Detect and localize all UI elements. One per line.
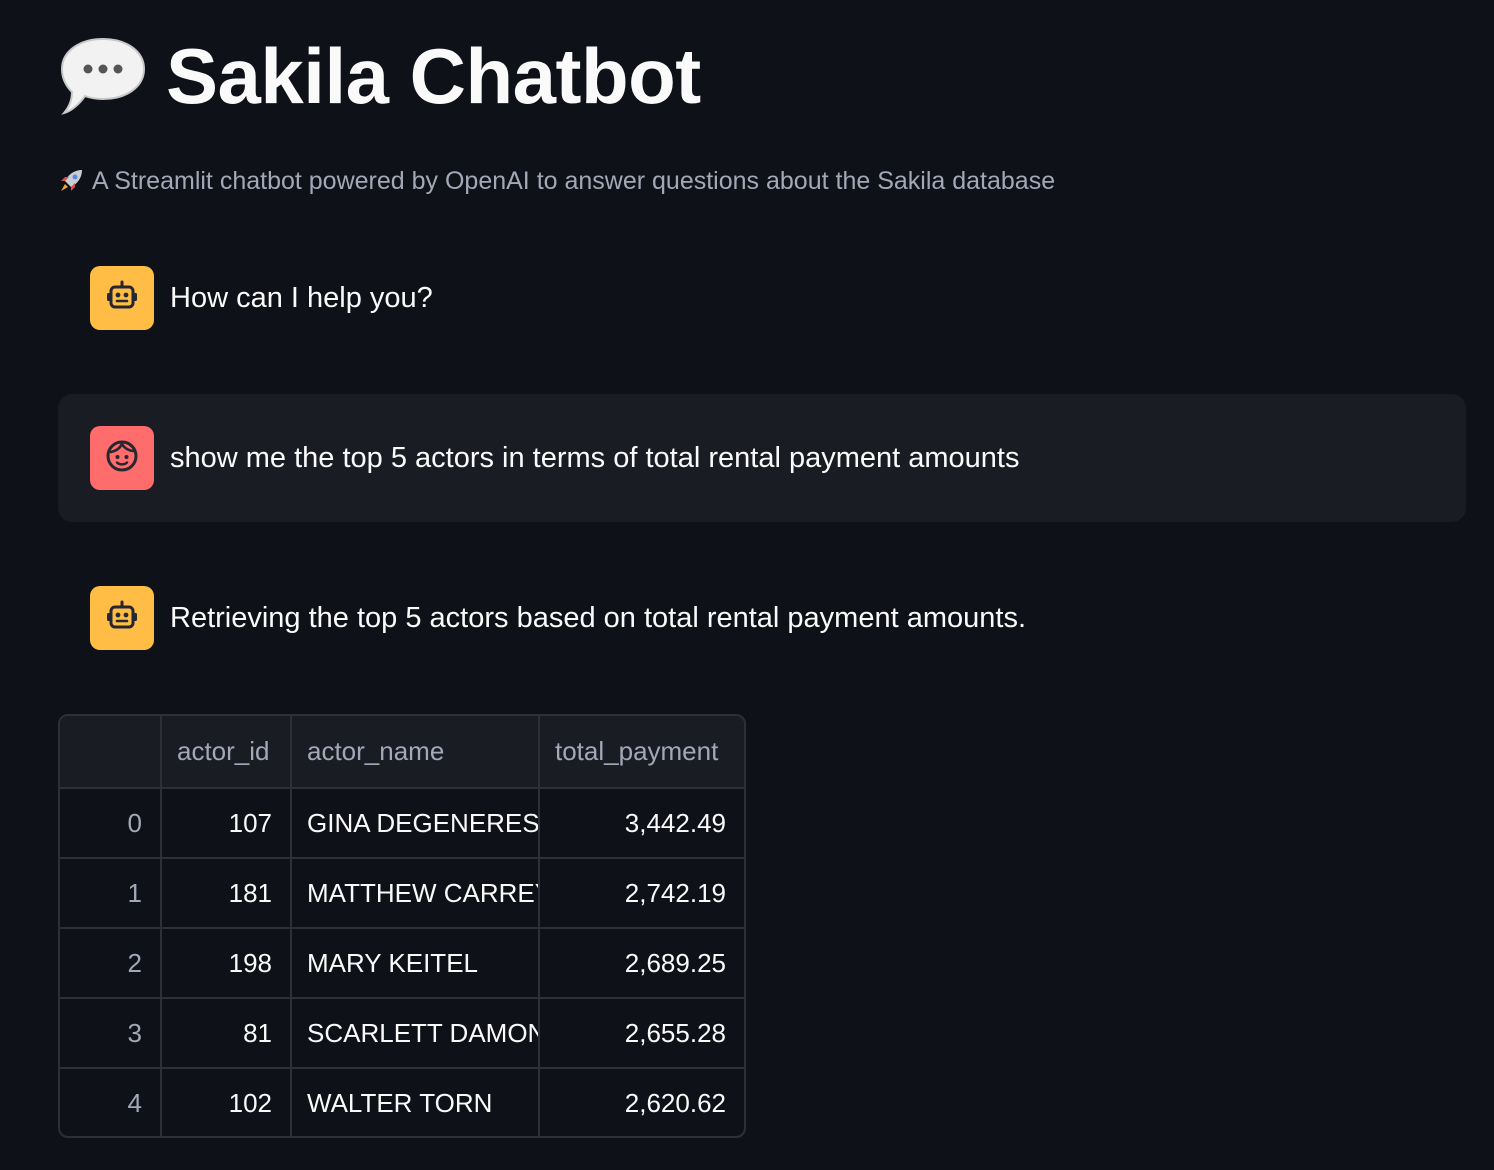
data-table[interactable]: actor_id actor_name total_payment 0 107 …	[60, 716, 744, 1136]
total-payment-cell[interactable]: 2,689.25	[539, 928, 744, 999]
actor-name-cell[interactable]: MATTHEW CARREY	[291, 858, 540, 929]
robot-icon	[104, 598, 140, 639]
message-text: Retrieving the top 5 actors based on tot…	[170, 601, 1026, 634]
page-header: Sakila Chatbot	[58, 26, 701, 126]
table-row: 0 107 GINA DEGENERES 3,442.49	[60, 788, 744, 859]
page-caption: A Streamlit chatbot powered by OpenAI to…	[58, 163, 1055, 199]
total-payment-cell[interactable]: 2,742.19	[539, 858, 744, 929]
actor-name-cell[interactable]: SCARLETT DAMON	[291, 998, 540, 1069]
total-payment-cell[interactable]: 3,442.49	[539, 788, 744, 859]
message-text: How can I help you?	[170, 281, 433, 314]
message-text: show me the top 5 actors in terms of tot…	[170, 441, 1020, 474]
actor-id-cell[interactable]: 81	[161, 998, 292, 1069]
row-index-cell[interactable]: 0	[60, 788, 162, 859]
assistant-avatar	[90, 586, 154, 650]
actor-id-cell[interactable]: 181	[161, 858, 292, 929]
table-row: 1 181 MATTHEW CARREY 2,742.19	[60, 858, 744, 929]
user-avatar	[90, 426, 154, 490]
app-page: Sakila Chatbot A Streamlit chatbot power…	[0, 0, 1494, 1170]
caption-text: A Streamlit chatbot powered by OpenAI to…	[92, 166, 1056, 195]
actor-name-cell[interactable]: MARY KEITEL	[291, 928, 540, 999]
total-payment-cell[interactable]: 2,620.62	[539, 1068, 744, 1136]
column-header-actor-name[interactable]: actor_name	[291, 716, 540, 789]
actor-name-cell[interactable]: WALTER TORN	[291, 1068, 540, 1136]
total-payment-cell[interactable]: 2,655.28	[539, 998, 744, 1069]
column-header-total-payment[interactable]: total_payment	[539, 716, 744, 789]
chat-message-assistant: How can I help you?	[58, 266, 1466, 330]
chat-message-assistant: Retrieving the top 5 actors based on tot…	[58, 586, 1466, 650]
actor-id-cell[interactable]: 107	[161, 788, 292, 859]
face-icon	[104, 438, 140, 479]
row-index-cell[interactable]: 4	[60, 1068, 162, 1136]
actor-id-cell[interactable]: 102	[161, 1068, 292, 1136]
rocket-icon	[58, 168, 84, 194]
row-index-cell[interactable]: 1	[60, 858, 162, 929]
column-header-actor-id[interactable]: actor_id	[161, 716, 292, 789]
actor-id-cell[interactable]: 198	[161, 928, 292, 999]
table-row: 3 81 SCARLETT DAMON 2,655.28	[60, 998, 744, 1069]
robot-icon	[104, 278, 140, 319]
assistant-avatar	[90, 266, 154, 330]
table-row: 2 198 MARY KEITEL 2,689.25	[60, 928, 744, 999]
dataframe[interactable]: actor_id actor_name total_payment 0 107 …	[58, 714, 746, 1138]
row-index-cell[interactable]: 3	[60, 998, 162, 1069]
chat-message-user: show me the top 5 actors in terms of tot…	[58, 394, 1466, 522]
row-index-cell[interactable]: 2	[60, 928, 162, 999]
table-header-row: actor_id actor_name total_payment	[60, 716, 744, 789]
table-row: 4 102 WALTER TORN 2,620.62	[60, 1068, 744, 1136]
page-title: Sakila Chatbot	[166, 31, 701, 120]
column-header-index[interactable]	[60, 716, 162, 789]
speech-balloon-icon	[58, 31, 148, 121]
actor-name-cell[interactable]: GINA DEGENERES	[291, 788, 540, 859]
